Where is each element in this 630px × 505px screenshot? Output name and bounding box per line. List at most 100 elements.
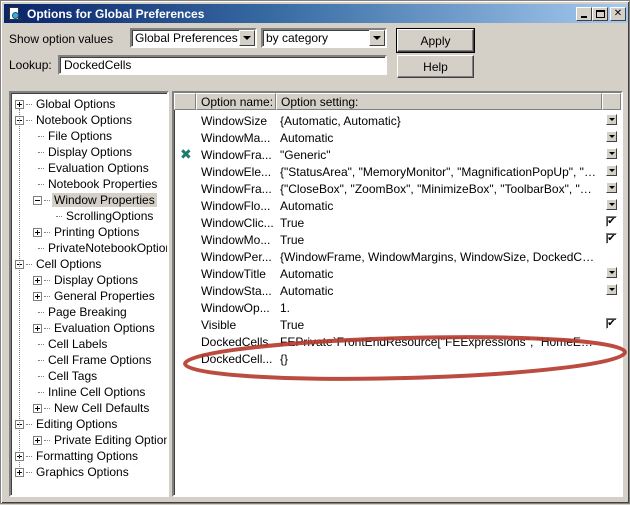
expand-icon[interactable]	[33, 323, 42, 333]
tree-item[interactable]: Notebook Properties	[33, 176, 159, 192]
title-bar[interactable]: Options for Global Preferences ✕	[4, 4, 628, 23]
minimize-button[interactable]	[576, 6, 592, 21]
tree-item[interactable]: Formatting Options	[15, 448, 140, 464]
header-option-setting[interactable]: Option setting:	[276, 93, 602, 110]
tree-item[interactable]: Cell Options	[15, 256, 103, 272]
option-row[interactable]: WindowSta... Automatic	[174, 282, 621, 299]
tree-item[interactable]: Display Options	[33, 144, 134, 160]
tree-item[interactable]: Graphics Options	[15, 464, 131, 480]
tree-item[interactable]: Cell Tags	[33, 368, 99, 384]
tree-item[interactable]: New Cell Defaults	[33, 400, 151, 416]
header-control-column[interactable]	[602, 93, 621, 110]
setting-checkbox[interactable]: ✔	[606, 233, 617, 244]
option-setting[interactable]: True	[280, 216, 598, 230]
header-mark-column[interactable]	[174, 93, 196, 110]
option-row[interactable]: WindowPer... {WindowFrame, WindowMargins,…	[174, 248, 621, 265]
expand-icon[interactable]	[33, 403, 42, 413]
option-setting[interactable]: Automatic	[280, 199, 598, 213]
tree-item[interactable]: File Options	[33, 128, 114, 144]
option-setting[interactable]: Automatic	[280, 267, 598, 281]
expand-icon[interactable]	[15, 99, 24, 109]
lookup-label: Lookup:	[9, 58, 52, 72]
setting-dropdown-button[interactable]	[606, 148, 617, 159]
tree-item[interactable]: Global Options	[15, 96, 117, 112]
option-setting[interactable]: {}	[280, 352, 598, 366]
tree-item[interactable]: Inline Cell Options	[33, 384, 147, 400]
option-row[interactable]: Visible True ✔	[174, 316, 621, 333]
scope-select[interactable]: Global Preferences	[130, 28, 257, 48]
tree-item-label: Inline Cell Options	[48, 385, 146, 399]
view-dropdown-button[interactable]	[369, 30, 385, 46]
option-row[interactable]: WindowFra... {"CloseBox", "ZoomBox", "Min…	[174, 180, 621, 197]
option-setting[interactable]: {"CloseBox", "ZoomBox", "MinimizeBox", "…	[280, 182, 598, 196]
header-option-name[interactable]: Option name:	[196, 93, 276, 110]
option-setting[interactable]: {WindowFrame, WindowMargins, WindowSize,…	[280, 250, 598, 264]
option-setting[interactable]: Automatic	[280, 284, 598, 298]
option-row[interactable]: WindowFlo... Automatic	[174, 197, 621, 214]
maximize-button[interactable]	[592, 6, 608, 21]
option-setting[interactable]: True	[280, 233, 598, 247]
option-row[interactable]: WindowSize {Automatic, Automatic}	[174, 112, 621, 129]
lookup-input[interactable]: DockedCells	[58, 55, 387, 75]
option-setting[interactable]: True	[280, 318, 598, 332]
scope-dropdown-button[interactable]	[239, 30, 255, 46]
option-category-tree[interactable]: Global Options Notebook Options File Optio…	[9, 91, 169, 497]
tree-item[interactable]: Window Properties	[33, 192, 157, 208]
option-row[interactable]: WindowClic... True ✔	[174, 214, 621, 231]
option-name: WindowFra...	[201, 148, 272, 162]
tree-item[interactable]: Display Options	[33, 272, 140, 288]
collapse-icon[interactable]	[33, 195, 42, 205]
tree-connector	[26, 103, 32, 105]
option-row[interactable]: WindowMo... True ✔	[174, 231, 621, 248]
expand-icon[interactable]	[33, 291, 42, 301]
option-row[interactable]: ✖ WindowFra... "Generic"	[174, 146, 621, 163]
setting-dropdown-button[interactable]	[606, 165, 617, 176]
tree-connector	[44, 439, 50, 441]
tree-item[interactable]: Printing Options	[33, 224, 141, 240]
tree-item[interactable]: General Properties	[33, 288, 157, 304]
setting-dropdown-button[interactable]	[606, 114, 617, 125]
option-setting[interactable]: "Generic"	[280, 148, 598, 162]
tree-item[interactable]: Cell Frame Options	[33, 352, 153, 368]
setting-dropdown-button[interactable]	[606, 284, 617, 295]
tree-item[interactable]: Page Breaking	[33, 304, 129, 320]
tree-item[interactable]: Private Editing Options	[33, 432, 167, 448]
option-row[interactable]: WindowMa... Automatic	[174, 129, 621, 146]
setting-dropdown-button[interactable]	[606, 267, 617, 278]
expand-icon[interactable]	[33, 275, 42, 285]
expand-icon[interactable]	[33, 227, 42, 237]
tree-item-label: Global Options	[36, 97, 116, 111]
tree-item[interactable]: Cell Labels	[33, 336, 109, 352]
option-setting[interactable]: FEPrivate`FrontEndResource["FEExpression…	[280, 335, 598, 349]
setting-dropdown-button[interactable]	[606, 182, 617, 193]
option-setting[interactable]: {Automatic, Automatic}	[280, 114, 598, 128]
close-button[interactable]: ✕	[610, 6, 626, 21]
expand-icon[interactable]	[33, 435, 42, 445]
option-row[interactable]: WindowTitle Automatic	[174, 265, 621, 282]
option-row[interactable]: DockedCell... {}	[174, 350, 621, 367]
tree-item[interactable]: Evaluation Options	[33, 160, 151, 176]
option-row[interactable]: WindowOp... 1.	[174, 299, 621, 316]
apply-button[interactable]: Apply	[396, 28, 475, 53]
setting-checkbox[interactable]: ✔	[606, 318, 617, 329]
option-name: WindowTitle	[201, 267, 266, 281]
tree-item[interactable]: Editing Options	[15, 416, 119, 432]
tree-item[interactable]: Evaluation Options	[33, 320, 157, 336]
tree-item-label: Display Options	[54, 273, 139, 287]
setting-dropdown-button[interactable]	[606, 199, 617, 210]
reset-option-icon[interactable]: ✖	[180, 147, 192, 161]
tree-item[interactable]: Notebook Options	[15, 112, 134, 128]
option-setting[interactable]: Automatic	[280, 131, 598, 145]
options-grid[interactable]: Option name: Option setting: WindowSize {…	[172, 91, 623, 497]
tree-item[interactable]: ScrollingOptions	[51, 208, 155, 224]
setting-dropdown-button[interactable]	[606, 131, 617, 142]
setting-checkbox[interactable]: ✔	[606, 216, 617, 227]
option-row[interactable]: WindowEle... {"StatusArea", "MemoryMonito…	[174, 163, 621, 180]
option-setting[interactable]: {"StatusArea", "MemoryMonitor", "Magnifi…	[280, 165, 598, 179]
view-select[interactable]: by category	[261, 28, 387, 48]
option-row[interactable]: DockedCells FEPrivate`FrontEndResource["F…	[174, 333, 621, 350]
option-name: DockedCell...	[201, 352, 273, 366]
help-button[interactable]: Help	[397, 55, 474, 78]
tree-item[interactable]: PrivateNotebookOptions	[33, 240, 167, 256]
option-setting[interactable]: 1.	[280, 301, 598, 315]
